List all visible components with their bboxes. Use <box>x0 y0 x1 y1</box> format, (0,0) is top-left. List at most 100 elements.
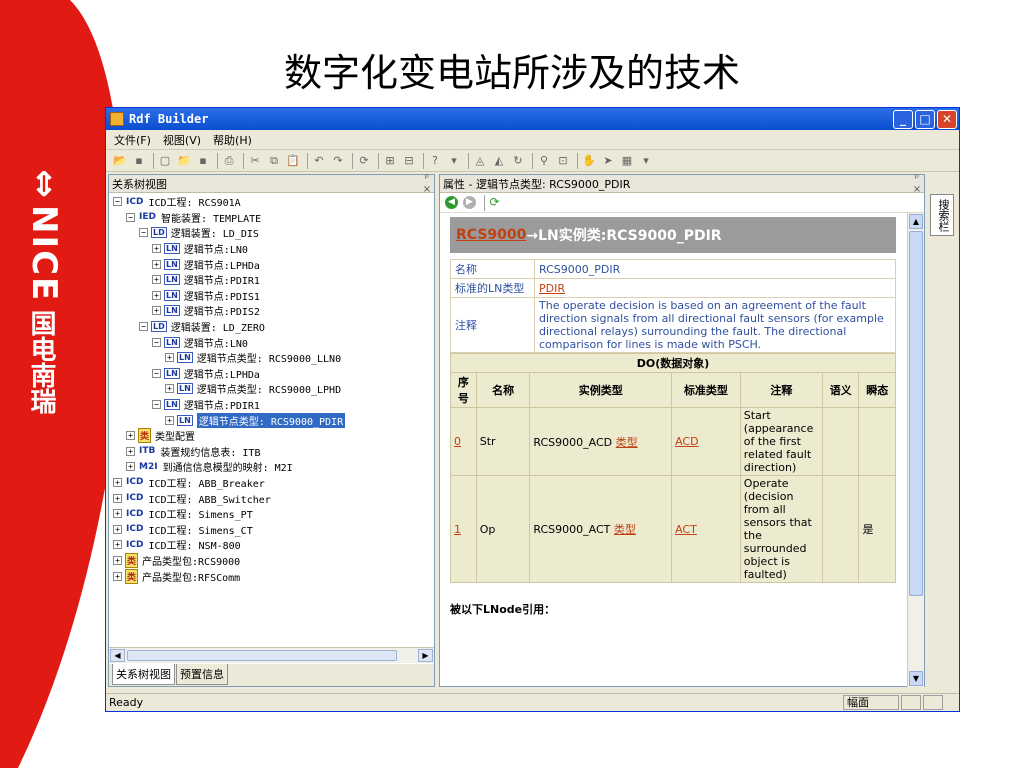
scroll-thumb[interactable] <box>127 650 397 661</box>
row-no-link[interactable]: 0 <box>454 435 461 448</box>
tree-node[interactable]: + ICD ICD工程: ABB_Breaker <box>109 475 434 491</box>
search-side-tab[interactable]: 搜索栏 <box>930 194 954 236</box>
tree-node[interactable]: + LN 逻辑节点类型: RCS9000_LPHD <box>109 381 434 397</box>
tree-node[interactable]: − LN 逻辑节点:LN0 <box>109 334 434 350</box>
tree-node[interactable]: − LN 逻辑节点:LPHDa <box>109 366 434 382</box>
tree-expand-icon[interactable]: ⊞ <box>382 153 398 168</box>
save-icon[interactable]: ▪ <box>131 153 147 168</box>
tree-node[interactable]: − LD 逻辑装置: LD_DIS <box>109 225 434 241</box>
tree-node[interactable]: − ICD ICD工程: RCS901A <box>109 194 434 210</box>
toolbar-dropdown-icon[interactable]: ▾ <box>446 153 462 168</box>
title-bar[interactable]: Rdf Builder _ □ ✕ <box>106 108 959 130</box>
tree-node[interactable]: + 类类型配置 <box>109 428 434 444</box>
refresh-icon[interactable]: ⟳ <box>356 153 372 168</box>
redo-icon[interactable]: ↷ <box>330 153 346 168</box>
expand-icon[interactable]: + <box>165 353 174 363</box>
grid-icon[interactable]: ▦ <box>619 153 635 168</box>
tree-node[interactable]: + LN 逻辑节点:LPHDa <box>109 256 434 272</box>
scroll-thumb[interactable] <box>909 231 923 596</box>
expand-icon[interactable]: + <box>113 509 122 519</box>
tree-node[interactable]: + LN 逻辑节点:PDIS1 <box>109 288 434 304</box>
tree-node[interactable]: + LN 逻辑节点:LN0 <box>109 241 434 257</box>
tab-relation-tree[interactable]: 关系树视图 <box>112 664 175 685</box>
print-icon[interactable]: ⎙ <box>221 153 237 168</box>
tree-node[interactable]: + M2I 到通信信息模型的映射: M2I <box>109 459 434 475</box>
expand-icon[interactable]: + <box>165 384 174 394</box>
type-link[interactable]: 类型 <box>614 523 636 536</box>
minimize-button[interactable]: _ <box>893 109 913 129</box>
open-icon[interactable]: 📂 <box>112 153 128 168</box>
expand-icon[interactable]: + <box>113 555 122 565</box>
expand-icon[interactable]: + <box>113 524 122 534</box>
expand-icon[interactable]: + <box>152 275 161 285</box>
undo-icon[interactable]: ↶ <box>311 153 327 168</box>
collapse-icon[interactable]: − <box>139 322 148 332</box>
resize-grip-icon[interactable] <box>945 695 959 710</box>
paste-icon[interactable]: 📋 <box>285 153 301 168</box>
type-link[interactable]: 类型 <box>616 436 638 449</box>
menu-view[interactable]: 视图(V) <box>163 132 201 148</box>
magnify-icon[interactable]: ⚲ <box>536 153 552 168</box>
scroll-down-icon[interactable]: ▼ <box>909 671 923 686</box>
expand-icon[interactable]: + <box>126 431 135 441</box>
tree-node[interactable]: + ICD ICD工程: NSM-800 <box>109 537 434 553</box>
tree-node[interactable]: + LN 逻辑节点类型: RCS9000_LLN0 <box>109 350 434 366</box>
tree-node[interactable]: − LN 逻辑节点:PDIR1 <box>109 397 434 413</box>
expand-icon[interactable]: + <box>113 477 122 487</box>
expand-icon[interactable]: + <box>126 446 135 456</box>
zoom-out-icon[interactable]: ◭ <box>491 153 507 168</box>
save-all-icon[interactable]: ▪ <box>195 153 211 168</box>
expand-icon[interactable]: + <box>113 493 122 503</box>
collapse-icon[interactable]: − <box>126 212 135 222</box>
expand-icon[interactable]: + <box>152 290 161 300</box>
tree-node[interactable]: + LN 逻辑节点:PDIR1 <box>109 272 434 288</box>
pointer-icon[interactable]: ➤ <box>600 153 616 168</box>
copy-icon[interactable]: ⧉ <box>266 153 282 168</box>
tree-node[interactable]: + 类产品类型包:RFSComm <box>109 568 434 584</box>
std-type-link[interactable]: PDIR <box>539 282 565 295</box>
expand-icon[interactable]: + <box>152 244 161 254</box>
maximize-button[interactable]: □ <box>915 109 935 129</box>
tree-collapse-icon[interactable]: ⊟ <box>401 153 417 168</box>
expand-icon[interactable]: + <box>165 415 174 425</box>
collapse-icon[interactable]: − <box>152 368 161 378</box>
help-icon[interactable]: ? <box>427 153 443 168</box>
tree-node[interactable]: + ITB 装置规约信息表: ITB <box>109 444 434 460</box>
rotate-icon[interactable]: ↻ <box>510 153 526 168</box>
toolbar-overflow-icon[interactable]: ▾ <box>638 153 654 168</box>
collapse-icon[interactable]: − <box>152 400 161 410</box>
tree-node[interactable]: + 类产品类型包:RCS9000 <box>109 552 434 569</box>
cut-icon[interactable]: ✂ <box>247 153 263 168</box>
tree-node[interactable]: − LD 逻辑装置: LD_ZERO <box>109 319 434 335</box>
tree-node[interactable]: − IED 智能装置: TEMPLATE <box>109 210 434 226</box>
tree-node[interactable]: + ICD ICD工程: ABB_Switcher <box>109 490 434 506</box>
refresh-icon[interactable]: ⟳ <box>488 196 501 209</box>
header-link[interactable]: RCS9000 <box>456 227 526 243</box>
tree-node[interactable]: + LN 逻辑节点类型: RCS9000_PDIR <box>109 412 434 428</box>
tab-preset-info[interactable]: 预置信息 <box>176 664 228 685</box>
back-icon[interactable]: ◀ <box>445 196 458 209</box>
collapse-icon[interactable]: − <box>152 337 161 347</box>
pin-close-icon[interactable]: ᵖ × <box>910 173 924 195</box>
scroll-left-icon[interactable]: ◀ <box>110 649 125 662</box>
std-type-link[interactable]: ACD <box>675 435 698 448</box>
forward-icon[interactable]: ▶ <box>463 196 476 209</box>
expand-icon[interactable]: + <box>113 540 122 550</box>
collapse-icon[interactable]: − <box>113 197 122 207</box>
expand-icon[interactable]: + <box>113 571 122 581</box>
fit-icon[interactable]: ⊡ <box>555 153 571 168</box>
horizontal-scrollbar[interactable]: ◀ ▶ <box>109 647 434 663</box>
pin-close-icon[interactable]: ᵖ × <box>420 173 434 195</box>
tree-node[interactable]: + LN 逻辑节点:PDIS2 <box>109 303 434 319</box>
close-button[interactable]: ✕ <box>937 109 957 129</box>
tree-node[interactable]: + ICD ICD工程: Simens_PT <box>109 506 434 522</box>
row-no-link[interactable]: 1 <box>454 523 461 536</box>
scroll-right-icon[interactable]: ▶ <box>418 649 433 662</box>
pan-hand-icon[interactable]: ✋ <box>581 153 597 168</box>
expand-icon[interactable]: + <box>126 462 135 472</box>
tree-node[interactable]: + ICD ICD工程: Simens_CT <box>109 521 434 537</box>
menu-file[interactable]: 文件(F) <box>114 132 151 148</box>
collapse-icon[interactable]: − <box>139 228 148 238</box>
expand-icon[interactable]: + <box>152 306 161 316</box>
expand-icon[interactable]: + <box>152 259 161 269</box>
